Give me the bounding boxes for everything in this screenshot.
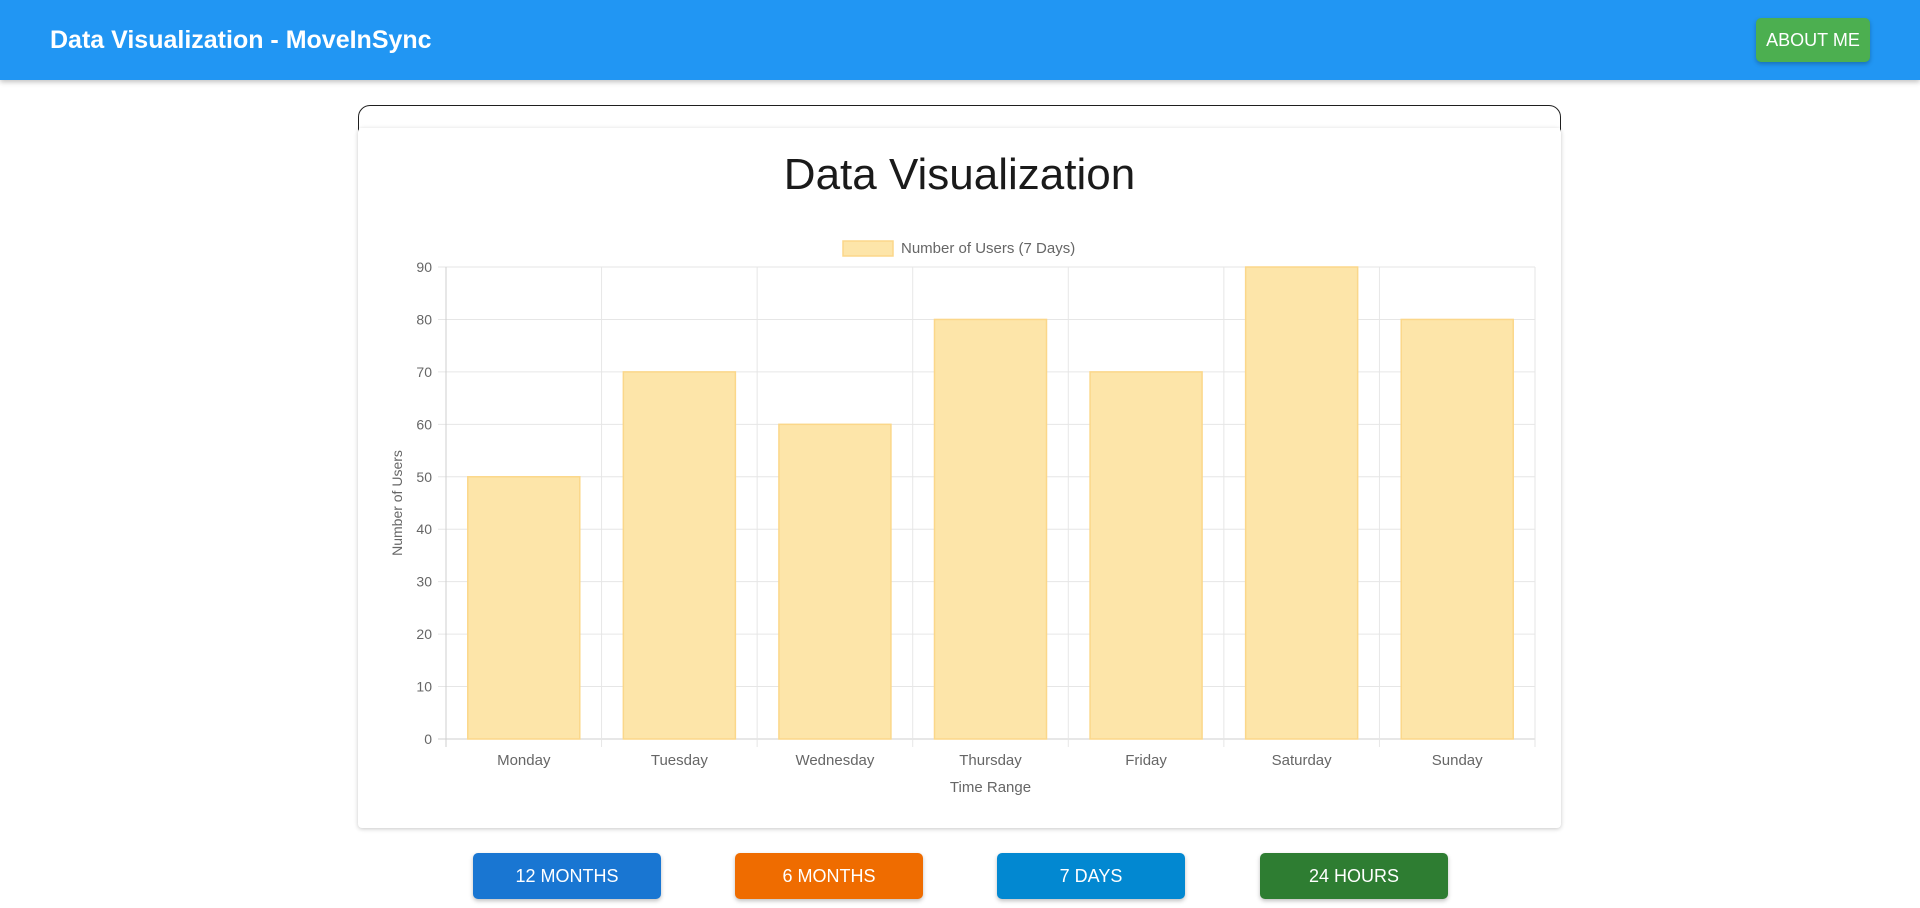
legend-label: Number of Users (7 Days) <box>901 240 1075 257</box>
y-tick-label: 30 <box>416 574 432 590</box>
x-tick-label: Thursday <box>959 752 1022 769</box>
y-tick-label: 0 <box>424 731 432 747</box>
x-tick-label: Tuesday <box>651 752 708 769</box>
bar-chart: 0 10 20 30 40 50 60 70 80 90 Monday Tuesday Wednesda… <box>389 240 1536 796</box>
bar <box>933 318 1048 740</box>
x-tick-label: Wednesday <box>795 752 874 769</box>
range-12-months-button[interactable]: 12 MONTHS <box>473 853 661 899</box>
bar <box>778 423 892 740</box>
bar <box>622 371 737 740</box>
y-tick-label: 90 <box>416 259 432 275</box>
y-tick-label: 60 <box>416 416 432 432</box>
y-axis-title: Number of Users <box>389 450 405 556</box>
y-tick-label: 40 <box>416 521 432 537</box>
x-axis-title: Time Range <box>950 779 1031 796</box>
y-tick-label: 70 <box>416 364 432 380</box>
y-tick-label: 20 <box>416 626 432 642</box>
bar <box>467 476 581 740</box>
y-tick-label: 50 <box>416 469 432 485</box>
bar <box>1089 371 1203 740</box>
range-6-months-button[interactable]: 6 MONTHS <box>735 853 923 899</box>
range-24-hours-button[interactable]: 24 HOURS <box>1260 853 1448 899</box>
bar <box>1244 266 1359 740</box>
y-tick-label: 80 <box>416 311 432 327</box>
x-tick-label: Saturday <box>1272 752 1333 769</box>
x-tick-label: Friday <box>1125 752 1167 769</box>
y-tick-label: 10 <box>416 679 432 695</box>
bar <box>1400 318 1514 740</box>
x-tick-label: Monday <box>497 752 551 769</box>
x-tick-label: Sunday <box>1432 752 1483 769</box>
legend-swatch <box>842 240 894 257</box>
range-7-days-button[interactable]: 7 DAYS <box>997 853 1185 899</box>
